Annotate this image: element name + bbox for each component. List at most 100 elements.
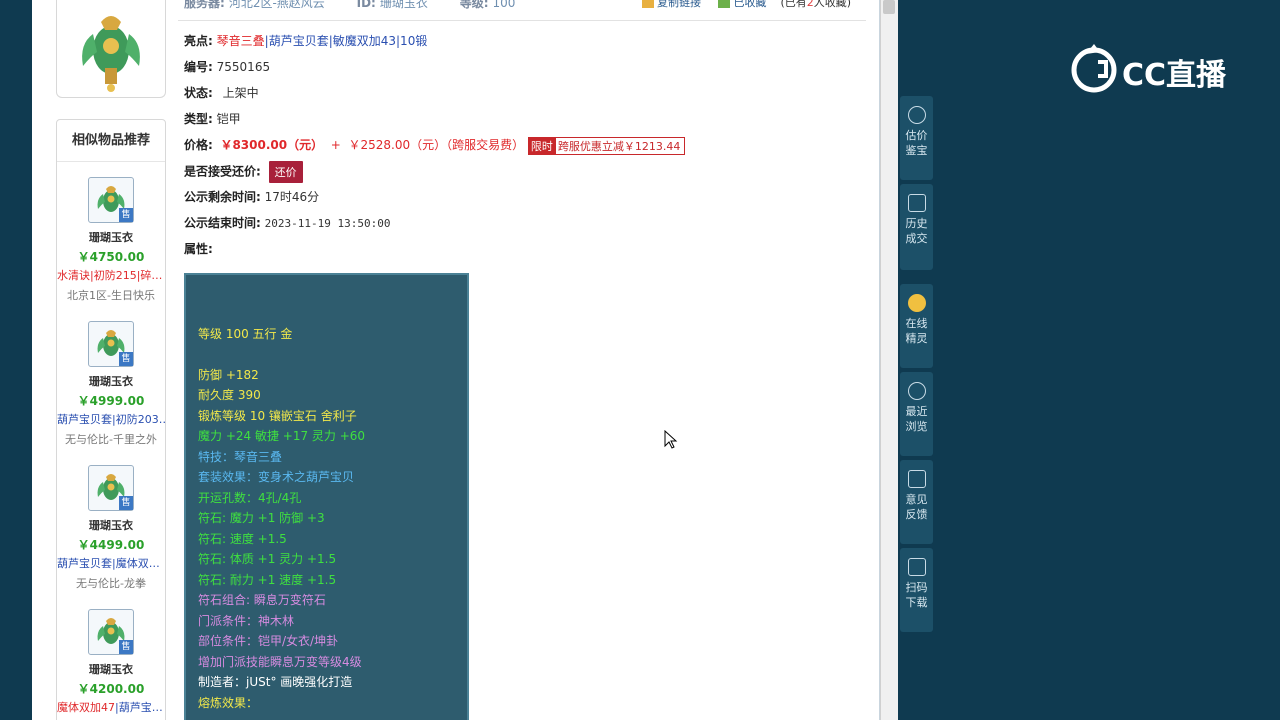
similar-item[interactable]: 售珊瑚玉衣 ￥4499.00 葫芦宝贝套|魔体双… 无与伦比-龙拳 [57, 465, 165, 591]
side-tool-button[interactable]: 历史成交 [900, 184, 933, 270]
similar-item-thumbnail[interactable]: 售 [88, 177, 134, 223]
favorite-icon [718, 0, 731, 8]
stream-side-area [898, 0, 1280, 720]
remaining-time-row: 公示剩余时间: 17时46分 [184, 188, 319, 205]
copy-link-button[interactable]: 复制链接 [657, 0, 701, 9]
similar-item-name[interactable]: 珊瑚玉衣 [57, 373, 165, 389]
type-value: 铠甲 [216, 112, 241, 126]
item-image [56, 0, 166, 98]
favorite-button[interactable]: 已收藏 [733, 0, 766, 9]
attribute-line: 符石: 体质 +1 灵力 +1.5 [198, 552, 337, 566]
cc-logo-text: CC直播 [1122, 58, 1227, 93]
price-label: 价格: [184, 138, 213, 152]
attribute-line: 部位条件：铠甲/女衣/坤卦 [198, 634, 339, 648]
side-tool-button[interactable]: 意见反馈 [900, 460, 933, 544]
highlight-label: 亮点: [184, 34, 213, 48]
scrollbar[interactable] [880, 0, 898, 720]
end-time-row: 公示结束时间: 2023-11-19 13:50:00 [184, 214, 390, 231]
cc-live-logo: CC直播 [1070, 42, 1240, 98]
attribute-line: 符石: 速度 +1.5 [198, 531, 287, 546]
attribute-line [198, 303, 455, 324]
similar-items-panel: 相似物品推荐 售珊瑚玉衣 ￥4750.00 水清诀|初防215|碎… 北京1区-生日快… [56, 119, 166, 720]
sale-tag: 售 [119, 352, 133, 366]
side-tool-label: 在线精灵 [905, 317, 928, 345]
cross-server-fee: ￥2528.00（元）（跨服交易费） [348, 138, 525, 152]
similar-item-price: ￥4200.00 [77, 682, 145, 696]
appraise-icon [907, 106, 926, 124]
similar-item-tags: 水清诀|初防215|碎… [57, 269, 163, 282]
remaining-time-value: 17时46分 [264, 190, 320, 204]
side-tool-label: 扫码下载 [905, 581, 928, 609]
counter-offer-button[interactable]: 还价 [268, 161, 303, 183]
price-value: ￥8300.00（元） [220, 138, 324, 152]
side-tool-label: 估价鉴宝 [905, 129, 928, 157]
attribute-line: 门派条件：神木林 [198, 613, 295, 628]
sale-tag: 售 [119, 640, 133, 654]
end-time-label: 公示结束时间: [184, 216, 261, 230]
attribute-line: 熔炼效果： [198, 695, 259, 710]
history-icon [907, 194, 926, 212]
sprite-icon [907, 294, 926, 312]
status-value: 上架中 [222, 86, 259, 100]
id-value: 珊瑚玉衣 [379, 0, 428, 10]
attribute-panel: 等级 100 五行 金防御 +182 耐久度 390 锻炼等级 10 镶嵌宝石 舍利… [184, 273, 469, 720]
similar-item-tags: 魔体双加47|葫芦宝… [57, 701, 163, 714]
similar-item-name[interactable]: 珊瑚玉衣 [57, 661, 165, 677]
id-label: ID: [356, 0, 376, 10]
left-gutter [0, 0, 32, 720]
edit-icon [907, 470, 926, 488]
number-row: 编号: 7550165 [184, 58, 270, 75]
side-tool-button[interactable]: 扫码下载 [900, 548, 933, 632]
similar-item-name[interactable]: 珊瑚玉衣 [57, 517, 165, 533]
side-tool-label: 历史成交 [905, 217, 928, 245]
counter-offer-row: 是否接受还价: 还价 [184, 161, 303, 183]
similar-item-name[interactable]: 珊瑚玉衣 [57, 229, 165, 245]
similar-item[interactable]: 售珊瑚玉衣 ￥4200.00 魔体双加47|葫芦宝… [57, 609, 165, 719]
level-label: 等级: [459, 0, 489, 10]
highlight-skill: 琴音三叠 [216, 34, 265, 48]
side-tool-label: 意见反馈 [905, 493, 928, 521]
scan-icon [907, 558, 926, 576]
attribute-line: 增加门派技能瞬息万变等级4级 [198, 654, 362, 669]
side-tool-button[interactable]: 最近浏览 [900, 372, 933, 456]
similar-item-price: ￥4499.00 [77, 538, 145, 552]
number-value: 7550165 [216, 60, 271, 74]
limited-time-badge: 限时 [527, 136, 556, 155]
similar-item-server: 无与伦比-千里之外 [65, 433, 157, 446]
similar-item-thumbnail[interactable]: 售 [88, 609, 134, 655]
side-tool-button[interactable]: 在线精灵 [900, 284, 933, 368]
clock-icon [907, 382, 926, 400]
similar-item-price: ￥4750.00 [77, 250, 145, 264]
armor-item-icon [82, 15, 140, 92]
price-plus: + [330, 138, 341, 152]
discount-badge: 跨服优惠立减￥1213.44 [552, 136, 686, 155]
attribute-line: 符石: 耐力 +1 速度 +1.5 [198, 572, 337, 587]
type-row: 类型: 铠甲 [184, 110, 241, 127]
status-row: 状态: 上架中 [184, 84, 259, 101]
attribute-line: 符石: 魔力 +1 防御 +3 [198, 511, 325, 525]
side-tool-button[interactable]: 估价鉴宝 [900, 96, 933, 180]
similar-item-tags: 葫芦宝贝套|初防203… [57, 413, 165, 426]
mouse-cursor-icon [664, 430, 678, 449]
similar-item-price: ￥4999.00 [77, 394, 145, 408]
similar-item[interactable]: 售珊瑚玉衣 ￥4750.00 水清诀|初防215|碎… 北京1区-生日快乐 [57, 177, 165, 303]
similar-item-thumbnail[interactable]: 售 [88, 465, 134, 511]
attribute-line: 锻炼等级 10 镶嵌宝石 舍利子 [198, 408, 357, 423]
scrollbar-thumb[interactable] [883, 0, 895, 14]
attribute-line: 套装效果：变身术之葫芦宝贝 [198, 470, 355, 484]
attribute-line: 耐久度 390 [198, 388, 261, 402]
highlight-tags: |葫芦宝贝套|敏魔双加43|10锻 [264, 34, 428, 48]
type-label: 类型: [184, 112, 213, 126]
side-tool-label: 最近浏览 [905, 405, 928, 433]
similar-item[interactable]: 售珊瑚玉衣 ￥4999.00 葫芦宝贝套|初防203… 无与伦比-千里之外 [57, 321, 165, 447]
server-value: 河北2区-燕赵风云 [228, 0, 325, 10]
attribute-line: 开运孔数：4孔/4孔 [198, 490, 302, 505]
similar-item-thumbnail[interactable]: 售 [88, 321, 134, 367]
copy-link-icon [642, 0, 654, 8]
highlight-row: 亮点: 琴音三叠|葫芦宝贝套|敏魔双加43|10锻 [184, 32, 427, 49]
price-row: 价格: ￥8300.00（元） + ￥2528.00（元）（跨服交易费） 限时跨… [184, 136, 686, 155]
server-label: 服务器: [184, 0, 225, 10]
attribute-line: 制造者：jUSt° 画晚强化打造 [198, 675, 353, 689]
remaining-time-label: 公示剩余时间: [184, 190, 261, 204]
favorite-count-note: (已有2人收藏) [780, 0, 852, 9]
